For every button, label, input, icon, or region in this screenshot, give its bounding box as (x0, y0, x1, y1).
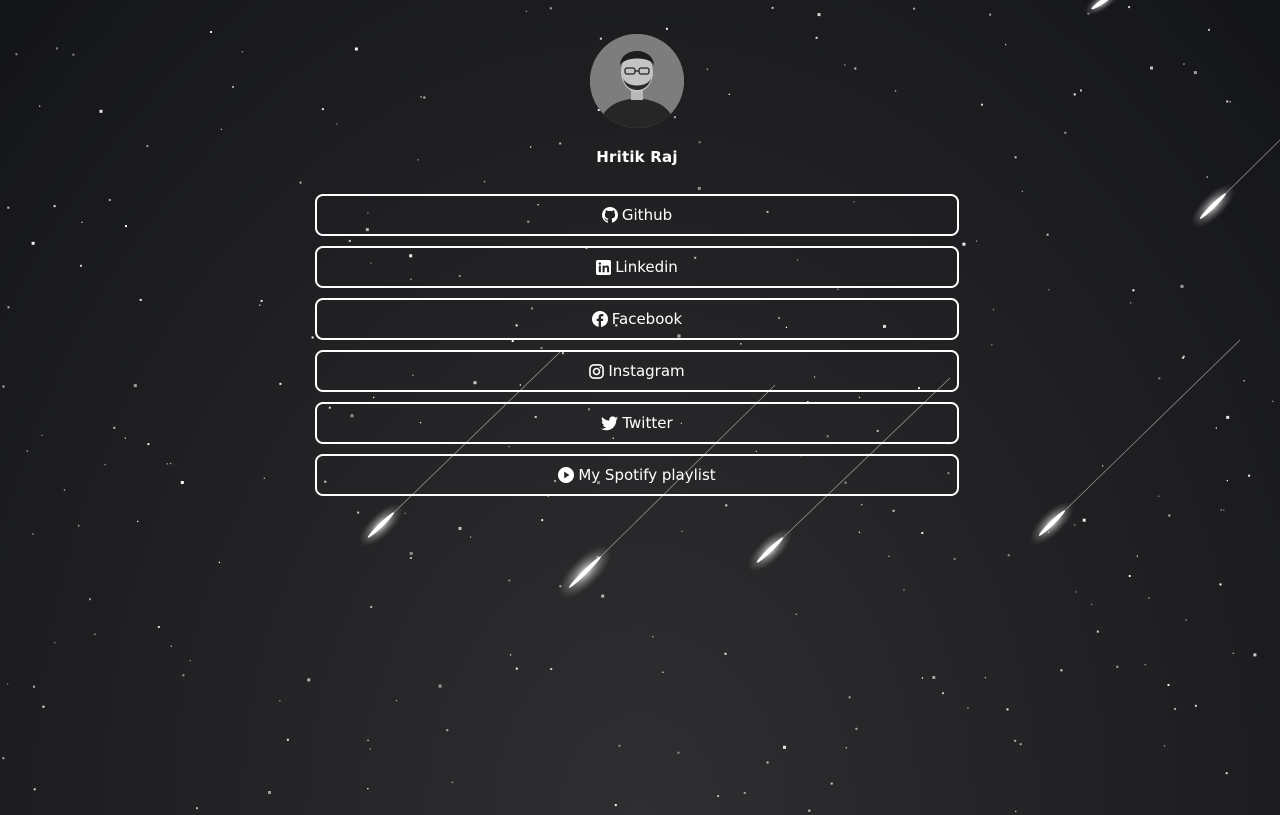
avatar (590, 34, 684, 128)
github-icon (601, 207, 618, 223)
play-circle-icon (558, 467, 575, 483)
twitter-link-label: Twitter (622, 414, 673, 432)
github-link-button[interactable]: Github (315, 194, 959, 236)
instagram-link-button[interactable]: Instagram (315, 350, 959, 392)
instagram-icon (589, 363, 605, 379)
linkedin-link-button[interactable]: Linkedin (315, 246, 959, 288)
profile-photo (590, 34, 684, 128)
facebook-link-label: Facebook (611, 310, 683, 328)
profile-name: Hritik Raj (596, 148, 678, 166)
linkedin-link-label: Linkedin (615, 258, 678, 276)
spotify-playlist-link-label: My Spotify playlist (578, 466, 716, 484)
twitter-link-button[interactable]: Twitter (315, 402, 959, 444)
facebook-link-button[interactable]: Facebook (315, 298, 959, 340)
spotify-playlist-link-button[interactable]: My Spotify playlist (315, 454, 959, 496)
github-link-label: Github (621, 206, 673, 224)
instagram-link-label: Instagram (608, 362, 685, 380)
linkedin-icon (596, 259, 612, 275)
facebook-icon (591, 311, 608, 327)
link-list: Github Linkedin Facebook Instagram Twitt… (315, 194, 959, 506)
twitter-icon (601, 415, 619, 431)
